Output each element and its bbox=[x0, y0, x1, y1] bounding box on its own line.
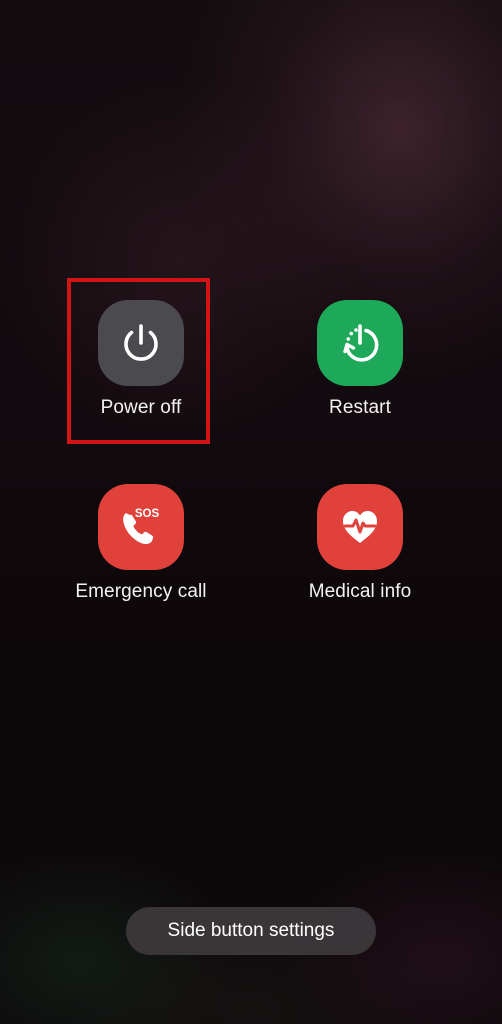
restart-icon bbox=[343, 324, 379, 362]
power-off-highlight-frame bbox=[67, 278, 210, 444]
emergency-call-button[interactable]: SOS Emergency call bbox=[61, 484, 221, 604]
medical-info-label: Medical info bbox=[308, 581, 412, 602]
svg-text:SOS: SOS bbox=[135, 508, 160, 520]
sos-phone-icon: SOS bbox=[123, 508, 160, 545]
medical-info-icon-tile[interactable] bbox=[317, 484, 403, 570]
side-button-settings-button[interactable]: Side button settings bbox=[126, 907, 376, 955]
restart-icon-tile[interactable] bbox=[317, 300, 403, 386]
emergency-call-label: Emergency call bbox=[75, 581, 207, 602]
power-menu-screen: Power off Restart SOS Emergency call Med… bbox=[0, 0, 502, 1024]
medical-heart-icon bbox=[343, 511, 377, 543]
restart-button[interactable]: Restart bbox=[280, 300, 440, 420]
medical-info-button[interactable]: Medical info bbox=[280, 484, 440, 604]
emergency-call-icon-tile[interactable]: SOS bbox=[98, 484, 184, 570]
restart-label: Restart bbox=[329, 397, 391, 418]
